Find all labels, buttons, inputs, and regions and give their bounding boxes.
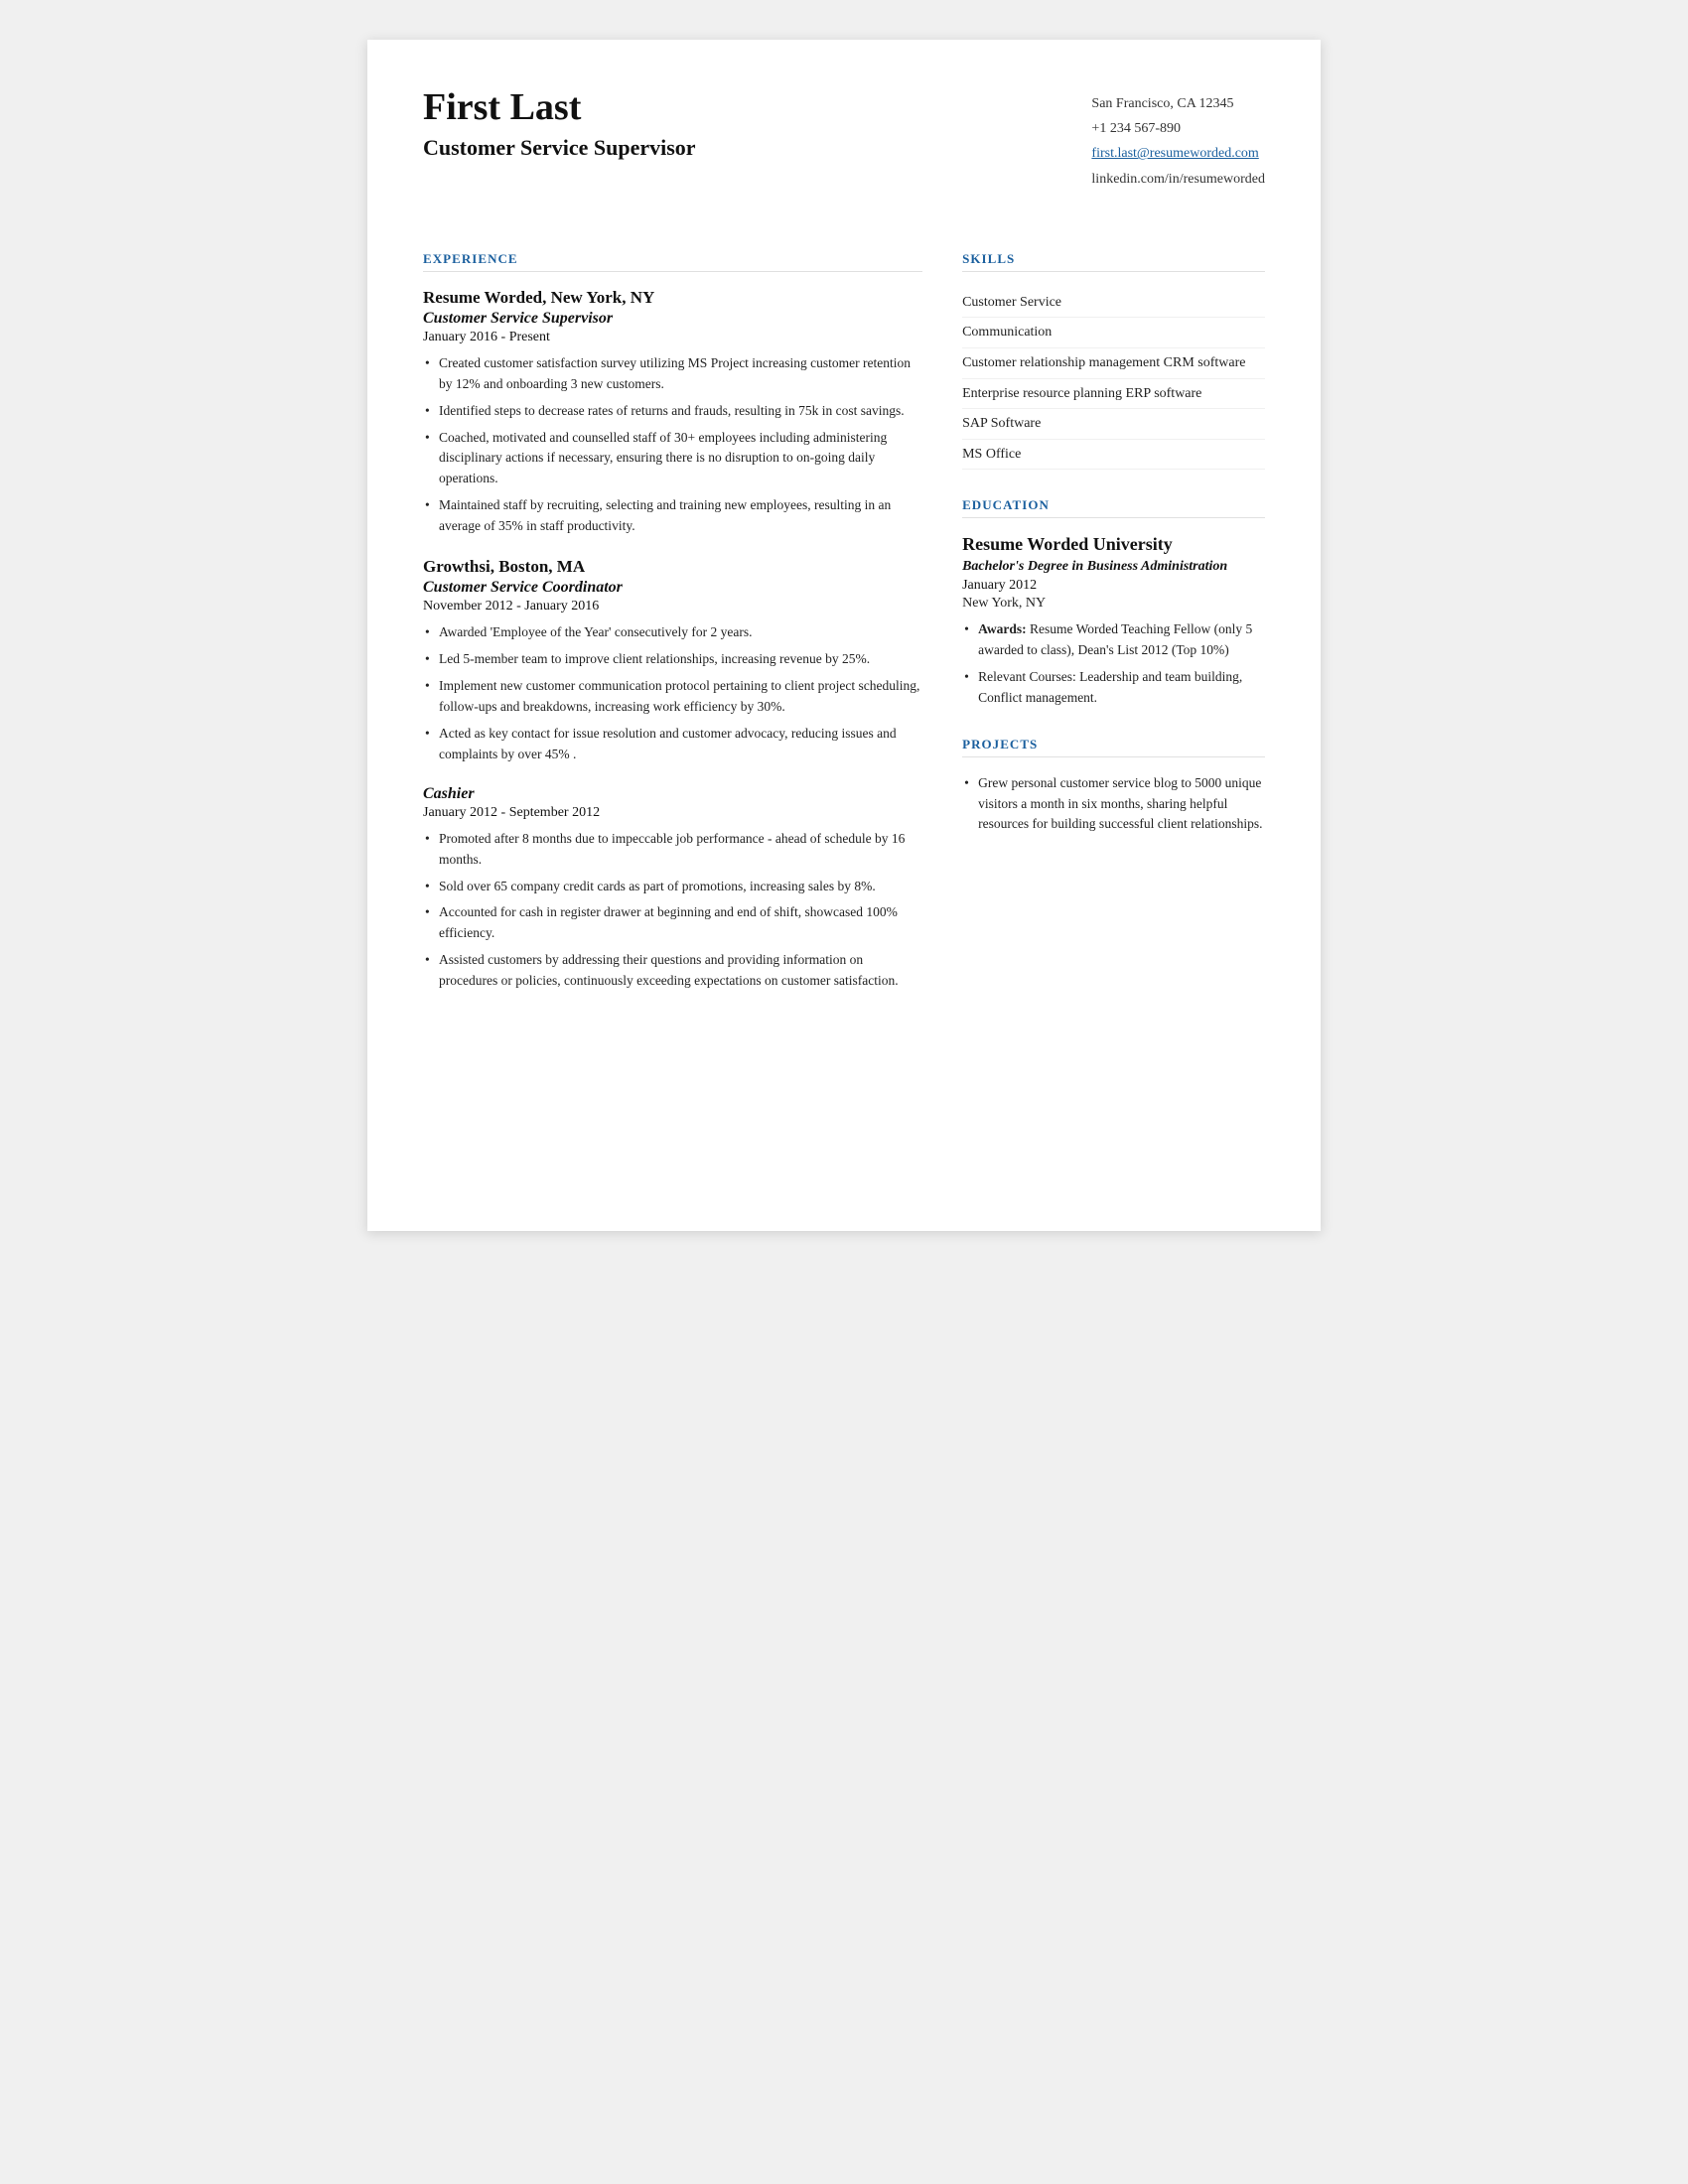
edu-bullet-list: Awards: Resume Worded Teaching Fellow (o… [962,619,1265,709]
job-title-1: Customer Service Supervisor [423,310,922,328]
projects-section-title: PROJECTS [962,737,1265,757]
email-link[interactable]: first.last@resumeworded.com [1091,146,1258,161]
courses-label: Relevant Courses: [978,669,1076,684]
bullet-list-3: Promoted after 8 months due to impeccabl… [423,829,922,992]
edu-date: January 2012 [962,578,1265,594]
company-name-1: Resume Worded, New York, NY [423,288,922,308]
bullet-2-3: Implement new customer communication pro… [423,676,922,718]
bullet-list-1: Created customer satisfaction survey uti… [423,353,922,537]
bullet-1-1: Created customer satisfaction survey uti… [423,353,922,395]
company-location-1: , New York, NY [542,288,654,307]
bullet-3-4: Assisted customers by addressing their q… [423,950,922,992]
right-column: SKILLS Customer Service Communication Cu… [962,251,1265,1012]
address: San Francisco, CA 12345 [1091,91,1265,116]
edu-awards: Awards: Resume Worded Teaching Fellow (o… [962,619,1265,661]
skills-list: Customer Service Communication Customer … [962,288,1265,471]
experience-block-3: Cashier January 2012 - September 2012 Pr… [423,785,922,992]
bullet-3-2: Sold over 65 company credit cards as par… [423,877,922,897]
skill-4: Enterprise resource planning ERP softwar… [962,379,1265,410]
phone: +1 234 567-890 [1091,116,1265,141]
skills-section-title: SKILLS [962,251,1265,272]
company-name-2: Growthsi, Boston, MA [423,557,922,577]
edu-courses: Relevant Courses: Leadership and team bu… [962,667,1265,709]
bullet-1-4: Maintained staff by recruiting, selectin… [423,495,922,537]
company-bold-2: Growthsi [423,557,491,576]
experience-block-2: Growthsi, Boston, MA Customer Service Co… [423,557,922,765]
resume-page: First Last Customer Service Supervisor S… [367,40,1321,1231]
project-bullet-1: Grew personal customer service blog to 5… [962,773,1265,836]
experience-block-1: Resume Worded, New York, NY Customer Ser… [423,288,922,537]
company-location-2: , Boston, MA [491,557,585,576]
header-left: First Last Customer Service Supervisor [423,87,1091,161]
candidate-name: First Last [423,87,1091,129]
bullet-1-2: Identified steps to decrease rates of re… [423,401,922,422]
date-range-3: January 2012 - September 2012 [423,805,922,821]
university-name: Resume Worded University [962,534,1265,556]
skill-2: Communication [962,318,1265,348]
date-range-2: November 2012 - January 2016 [423,599,922,614]
resume-body: EXPERIENCE Resume Worded, New York, NY C… [423,251,1265,1012]
skill-5: SAP Software [962,409,1265,440]
bullet-2-2: Led 5-member team to improve client rela… [423,649,922,670]
experience-section-title: EXPERIENCE [423,251,922,272]
skill-3: Customer relationship management CRM sof… [962,348,1265,379]
header-right: San Francisco, CA 12345 +1 234 567-890 f… [1091,87,1265,192]
left-column: EXPERIENCE Resume Worded, New York, NY C… [423,251,922,1012]
job-title-3: Cashier [423,785,922,803]
skill-1: Customer Service [962,288,1265,319]
date-range-1: January 2016 - Present [423,330,922,345]
edu-location: New York, NY [962,596,1265,612]
bullet-3-1: Promoted after 8 months due to impeccabl… [423,829,922,871]
candidate-title: Customer Service Supervisor [423,135,1091,161]
job-title-2: Customer Service Coordinator [423,579,922,597]
bullet-1-3: Coached, motivated and counselled staff … [423,428,922,490]
bullet-3-3: Accounted for cash in register drawer at… [423,902,922,944]
projects-bullet-list: Grew personal customer service blog to 5… [962,773,1265,836]
company-bold-1: Resume Worded [423,288,542,307]
resume-header: First Last Customer Service Supervisor S… [423,87,1265,211]
education-section-title: EDUCATION [962,497,1265,518]
linkedin: linkedin.com/in/resumeworded [1091,167,1265,192]
bullet-list-2: Awarded 'Employee of the Year' consecuti… [423,622,922,765]
awards-label: Awards: [978,621,1030,636]
skill-6: MS Office [962,440,1265,471]
bullet-2-4: Acted as key contact for issue resolutio… [423,724,922,765]
edu-degree: Bachelor's Degree in Business Administra… [962,559,1265,575]
bullet-2-1: Awarded 'Employee of the Year' consecuti… [423,622,922,643]
email: first.last@resumeworded.com [1091,141,1265,166]
